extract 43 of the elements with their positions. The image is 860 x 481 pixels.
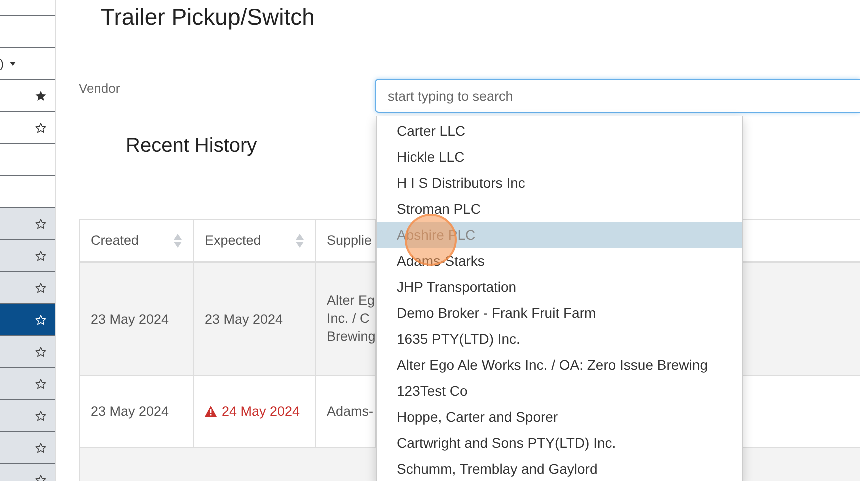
sidebar-item[interactable] <box>0 432 55 464</box>
dropdown-option[interactable]: Alter Ego Ale Works Inc. / OA: Zero Issue Brewing <box>377 352 742 378</box>
dropdown-toggle[interactable]: ) <box>0 56 16 70</box>
star-icon[interactable] <box>35 122 47 134</box>
star-filled-icon[interactable] <box>35 90 47 102</box>
search-field[interactable]: start typing to search <box>375 79 860 113</box>
dropdown-option[interactable]: Stroman PLC <box>377 196 742 222</box>
table-cell: Adams- <box>316 376 376 448</box>
star-icon[interactable] <box>35 282 47 294</box>
sidebar-item[interactable] <box>0 368 55 400</box>
dropdown-option[interactable]: Schumm, Tremblay and Gaylord <box>377 456 742 481</box>
table-cell: 23 May 2024 <box>80 376 194 448</box>
dropdown-option[interactable]: Hoppe, Carter and Sporer <box>377 404 742 430</box>
star-icon[interactable] <box>35 218 47 230</box>
star-icon[interactable] <box>35 378 47 390</box>
sidebar-item[interactable] <box>0 240 55 272</box>
sidebar-item[interactable] <box>0 400 55 432</box>
dropdown-option[interactable]: Carter LLC <box>377 118 742 144</box>
table-cell: 23 May 2024 <box>194 263 316 376</box>
star-icon[interactable] <box>35 410 47 422</box>
dropdown-option[interactable]: Hickle LLC <box>377 144 742 170</box>
star-icon[interactable] <box>35 442 47 454</box>
warning-icon <box>205 406 217 417</box>
sort-icon <box>296 234 304 248</box>
field-label: Vendor <box>79 80 122 96</box>
section-title: Recent History <box>126 135 258 158</box>
dropdown-option[interactable]: Demo Broker - Frank Fruit Farm <box>377 300 742 326</box>
dropdown-option[interactable]: Cartwright and Sons PTY(LTD) Inc. <box>377 430 742 456</box>
table-cell: 24 May 2024 <box>194 376 316 448</box>
sidebar-item[interactable] <box>0 272 55 304</box>
star-icon[interactable] <box>35 250 47 262</box>
dropdown-option[interactable]: 123Test Co <box>377 378 742 404</box>
sidebar-item[interactable] <box>0 336 55 368</box>
dropdown-option[interactable]: 1635 PTY(LTD) Inc. <box>377 326 742 352</box>
star-icon[interactable] <box>35 346 47 358</box>
caret-icon <box>10 62 16 66</box>
dropdown-option[interactable]: H I S Distributors Inc <box>377 170 742 196</box>
table-cell: Alter Eg Inc. / C Brewing <box>316 263 376 376</box>
page-title: Trailer Pickup/Switch <box>100 3 315 32</box>
table-cell: 23 May 2024 <box>80 263 194 376</box>
sidebar-item[interactable] <box>0 208 55 240</box>
sort-icon <box>174 234 182 248</box>
dropdown-option[interactable]: JHP Transportation <box>377 274 742 300</box>
